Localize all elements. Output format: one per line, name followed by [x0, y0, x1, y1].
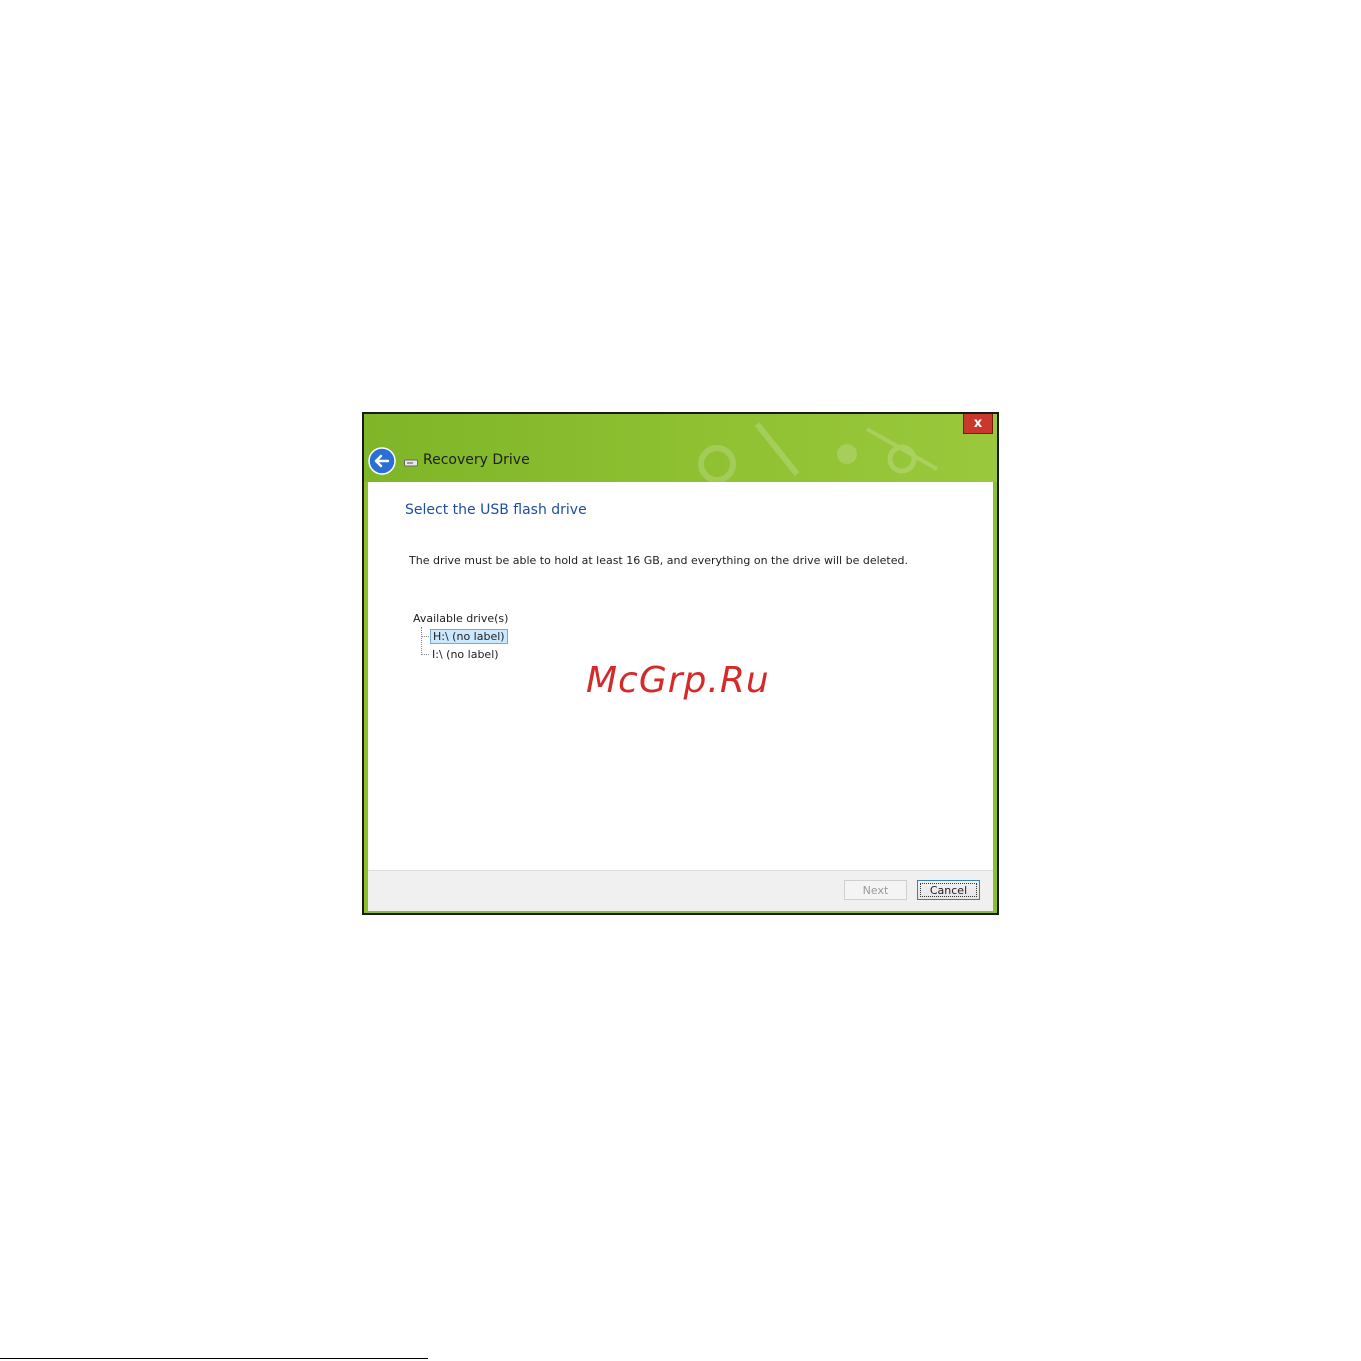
drive-item-i[interactable]: I:\ (no label)	[430, 647, 501, 662]
button-bar: Next Cancel	[368, 870, 993, 911]
tree-branch	[421, 654, 429, 655]
tree-connector	[421, 627, 422, 655]
background-graphic-icon	[698, 422, 938, 482]
watermark-text: McGrp.Ru	[586, 660, 770, 701]
close-button[interactable]: x	[963, 414, 993, 434]
usb-drive-icon	[404, 459, 418, 467]
back-arrow-icon	[368, 447, 396, 475]
title-bar: x Recovery Drive	[364, 414, 997, 482]
available-drives-label: Available drive(s)	[413, 612, 509, 625]
page-title: Select the USB flash drive	[405, 502, 587, 518]
tree-branch	[421, 636, 429, 637]
next-button[interactable]: Next	[844, 880, 907, 900]
divider	[0, 1358, 428, 1359]
page: x Recovery Drive Select the USB flash dr…	[0, 0, 1361, 1361]
description-text: The drive must be able to hold at least …	[409, 554, 908, 567]
cancel-button[interactable]: Cancel	[917, 880, 980, 900]
drive-item-h[interactable]: H:\ (no label)	[430, 629, 508, 644]
window-title: Recovery Drive	[423, 452, 530, 468]
back-button[interactable]	[368, 447, 396, 475]
close-icon: x	[973, 416, 983, 431]
